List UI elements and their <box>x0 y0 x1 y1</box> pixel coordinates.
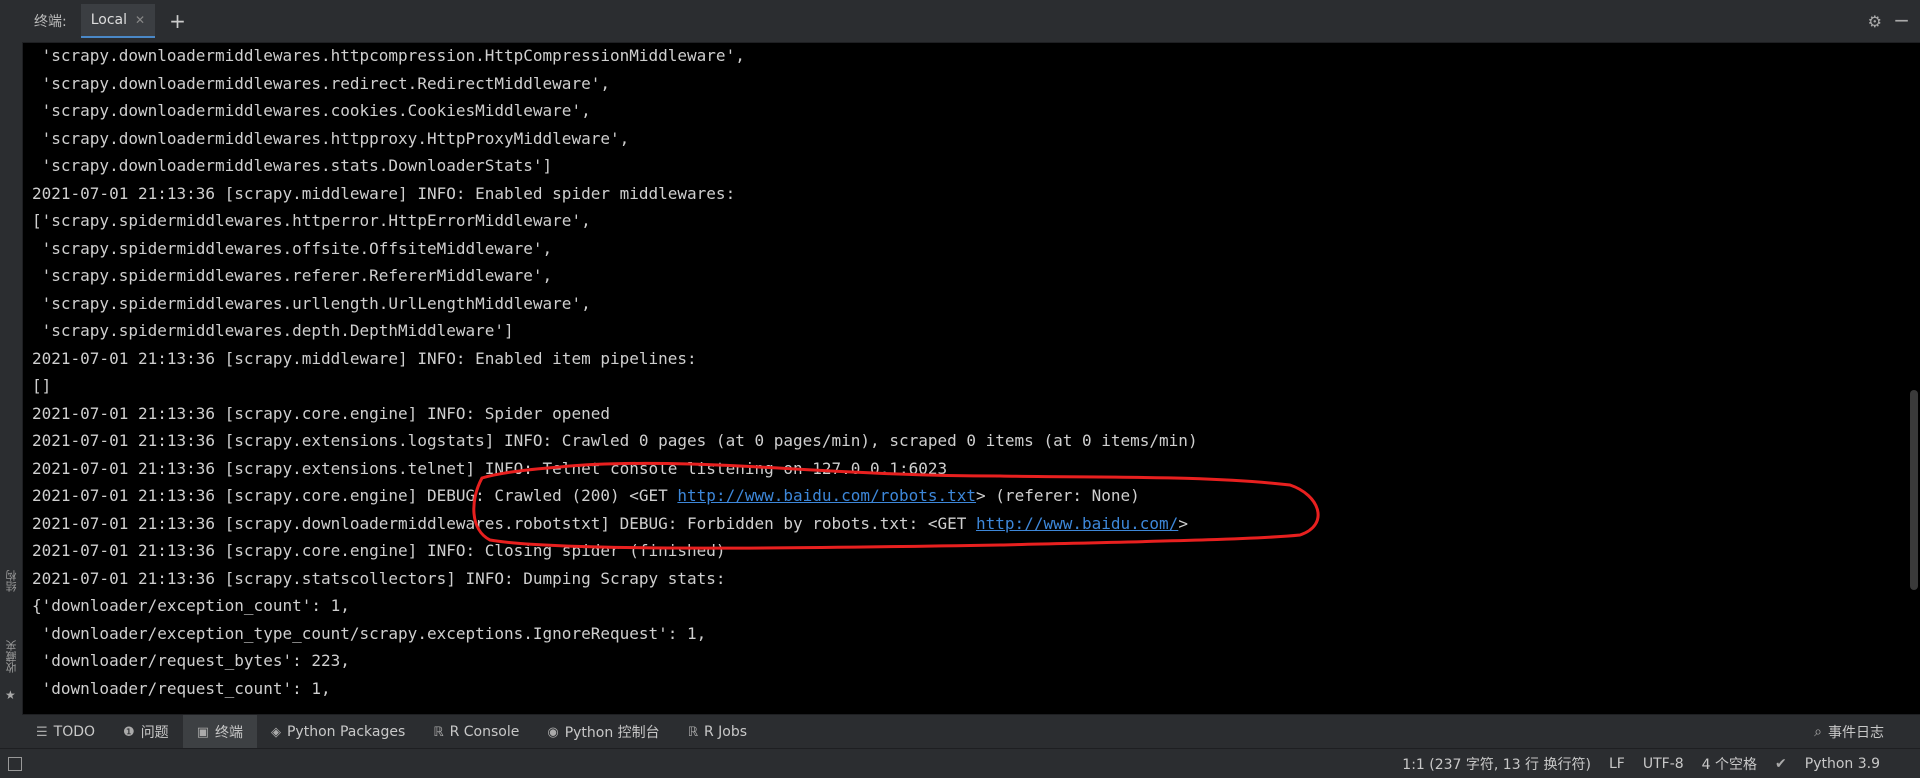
output-line: ['scrapy.spidermiddlewares.httperror.Htt… <box>32 211 591 230</box>
terminal-title: 终端: <box>34 14 67 30</box>
robots-url-link[interactable]: http://www.baidu.com/robots.txt <box>677 486 976 505</box>
output-line: 'downloader/request_bytes': 223, <box>32 651 350 670</box>
output-line: 'scrapy.downloadermiddlewares.httpcompre… <box>32 46 745 65</box>
line-ending[interactable]: LF <box>1609 756 1625 772</box>
tool-window-bar: ☰ TODO ❶ 问题 ▣ 终端 ◈ Python Packages ℝ R Console ◉ Py… <box>22 714 1920 749</box>
tool-window-label: TODO <box>53 724 96 740</box>
output-line: 'scrapy.downloadermiddlewares.cookies.Co… <box>32 101 591 120</box>
output-line: {'downloader/exception_count': 1, <box>32 596 350 615</box>
star-icon[interactable]: ★ <box>5 688 16 702</box>
output-line: 'scrapy.spidermiddlewares.urllength.UrlL… <box>32 293 591 313</box>
sidebar-favorites-label[interactable]: 收藏夹 <box>4 640 20 673</box>
tool-window-python-console[interactable]: ◉ Python 控制台 <box>533 715 673 749</box>
output-line: 'scrapy.downloadermiddlewares.redirect.R… <box>32 73 610 93</box>
tool-window-packages[interactable]: ◈ Python Packages <box>257 715 419 749</box>
tool-window-label: Python 控制台 <box>564 725 660 741</box>
output-line: 2021-07-01 21:13:36 [scrapy.extensions.l… <box>32 431 1198 450</box>
output-line: 2021-07-01 21:13:36 [scrapy.statscollect… <box>32 568 726 588</box>
checkmark-icon: ✔ <box>1775 755 1787 772</box>
terminal-header: 终端: Local ✕ + ⚙ − <box>22 0 1920 43</box>
output-line: 'scrapy.downloadermiddlewares.stats.Down… <box>32 156 553 175</box>
left-sidebar: 结构 收藏夹 ★ <box>0 0 23 777</box>
list-icon: ☰ <box>36 724 48 740</box>
r-console-icon: ℝ <box>433 724 444 740</box>
terminal-icon: ▣ <box>196 724 209 740</box>
tool-window-r-console[interactable]: ℝ R Console <box>419 715 533 749</box>
python-console-icon: ◉ <box>547 724 559 740</box>
output-line: 'scrapy.downloadermiddlewares.httpproxy.… <box>32 128 630 148</box>
vertical-scrollbar[interactable] <box>1910 390 1918 590</box>
tool-window-buttons: ☰ TODO ❶ 问题 ▣ 终端 ◈ Python Packages ℝ R Console ◉ Py… <box>22 715 761 749</box>
tool-window-r-jobs[interactable]: ℝ R Jobs <box>674 715 761 749</box>
forbidden-prefix: 2021-07-01 21:13:36 [scrapy.downloadermi… <box>32 513 977 533</box>
baidu-url-link[interactable]: http://www.baidu.com/ <box>976 514 1178 533</box>
tool-window-list[interactable]: ☰ TODO <box>22 715 109 749</box>
crawled-suffix: > (referer: None) <box>976 486 1140 505</box>
packages-icon: ◈ <box>270 724 281 740</box>
output-line: 2021-07-01 21:13:36 [scrapy.core.engine]… <box>32 541 726 560</box>
close-icon[interactable]: ✕ <box>135 13 145 27</box>
tool-window-label: R Jobs <box>703 724 748 740</box>
output-line: 'downloader/exception_type_count/scrapy.… <box>32 623 707 643</box>
event-log-button[interactable]: ⌕ 事件日志 <box>1814 715 1884 749</box>
status-bar: 1:1 (237 字符, 13 行 换行符) LF UTF-8 4 个空格 ✔ … <box>0 748 1920 778</box>
indent-setting[interactable]: 4 个空格 <box>1702 754 1757 774</box>
gear-icon[interactable]: ⚙ <box>1868 12 1882 31</box>
output-line: 2021-07-01 21:13:36 [scrapy.middleware] … <box>32 183 736 203</box>
output-line: 2021-07-01 21:13:36 [scrapy.core.engine]… <box>32 403 610 423</box>
problems-icon: ❶ <box>123 724 135 740</box>
minimize-icon[interactable]: − <box>1893 8 1910 32</box>
event-log-icon: ⌕ <box>1814 724 1822 740</box>
output-line: 'scrapy.spidermiddlewares.depth.DepthMid… <box>32 321 514 340</box>
output-line: 2021-07-01 21:13:36 [scrapy.middleware] … <box>32 348 697 368</box>
sidebar-structure-label[interactable]: 结构 <box>4 570 20 592</box>
output-line: 2021-07-01 21:13:36 [scrapy.extensions.t… <box>32 458 948 478</box>
tool-window-terminal[interactable]: ▣ 终端 <box>182 715 257 749</box>
output-line: 'scrapy.spidermiddlewares.referer.Refere… <box>32 266 553 285</box>
output-line: 'scrapy.spidermiddlewares.offsite.Offsit… <box>32 238 553 258</box>
tab-local-label: Local <box>90 12 128 28</box>
tool-window-label: 问题 <box>140 725 169 741</box>
file-encoding[interactable]: UTF-8 <box>1643 756 1684 772</box>
caret-position[interactable]: 1:1 (237 字符, 13 行 换行符) <box>1402 754 1591 774</box>
forbidden-line: 2021-07-01 21:13:36 [scrapy.downloadermi… <box>32 510 1906 538</box>
tool-window-label: R Console <box>449 724 520 740</box>
output-lines-after: 2021-07-01 21:13:36 [scrapy.core.engine]… <box>32 537 1906 702</box>
event-log-label: 事件日志 <box>1828 725 1884 741</box>
forbidden-suffix: > <box>1178 513 1188 533</box>
tool-window-problems[interactable]: ❶ 问题 <box>109 715 183 749</box>
tool-window-label: 终端 <box>214 725 243 741</box>
output-lines-before: 'scrapy.downloadermiddlewares.httpcompre… <box>32 42 1906 482</box>
tab-local[interactable]: Local ✕ <box>80 4 156 38</box>
terminal-output[interactable]: 'scrapy.downloadermiddlewares.httpcompre… <box>22 42 1906 714</box>
tool-window-label: Python Packages <box>286 724 406 740</box>
r-jobs-icon: ℝ <box>687 724 698 740</box>
new-tab-plus-icon[interactable]: + <box>169 11 186 31</box>
crawled-prefix: 2021-07-01 21:13:36 [scrapy.core.engine]… <box>32 486 678 505</box>
output-line: [] <box>32 376 52 395</box>
python-interpreter[interactable]: Python 3.9 <box>1805 756 1880 772</box>
output-line: 'downloader/request_count': 1, <box>32 678 331 698</box>
layout-toggle-icon[interactable] <box>8 756 22 771</box>
crawled-line: 2021-07-01 21:13:36 [scrapy.core.engine]… <box>32 482 1906 510</box>
